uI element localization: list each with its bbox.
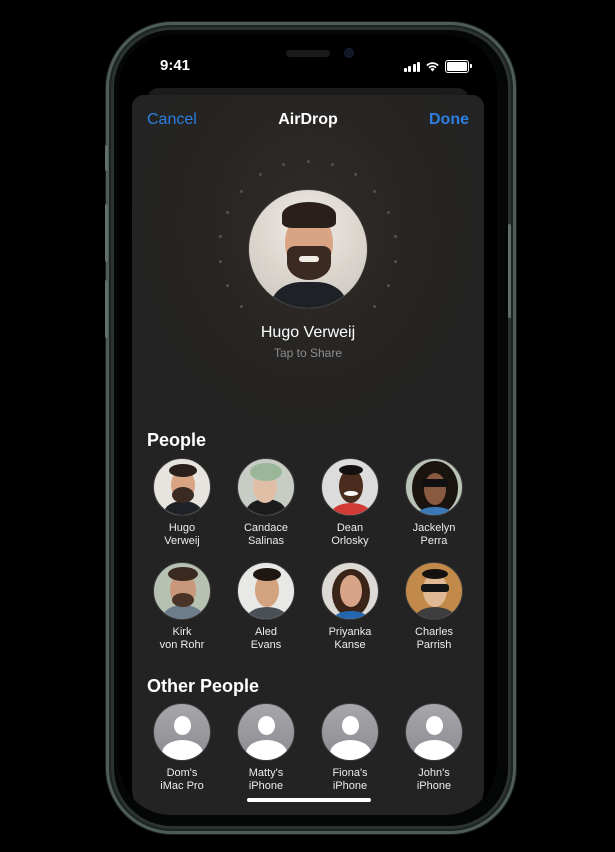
screen: 9:41 Cancel AirDrop Done Hugo Verweij Ta…	[119, 35, 497, 815]
silent-switch	[105, 145, 108, 171]
person-tile[interactable]: Dean Orlosky	[308, 458, 392, 547]
avatar	[405, 562, 463, 620]
power-button	[508, 224, 511, 318]
avatar	[237, 562, 295, 620]
status-time: 9:41	[160, 57, 191, 74]
avatar	[321, 458, 379, 516]
ring-dot	[331, 163, 335, 167]
ring-dot	[226, 210, 230, 214]
home-indicator[interactable]	[247, 798, 371, 802]
volume-down-button	[105, 280, 108, 338]
person-tile[interactable]: Candace Salinas	[224, 458, 308, 547]
person-placeholder-icon	[321, 703, 379, 761]
person-placeholder-icon	[153, 703, 211, 761]
ring-dot	[386, 210, 390, 214]
device-tile[interactable]: Dom's iMac Pro	[140, 703, 224, 792]
device-name: Dom's iMac Pro	[160, 767, 204, 792]
person-name: Candace Salinas	[243, 522, 289, 547]
device-tile[interactable]: Fiona's iPhone	[308, 703, 392, 792]
device-tile[interactable]: Matty's iPhone	[224, 703, 308, 792]
person-placeholder-icon	[405, 703, 463, 761]
ring-dot	[239, 305, 243, 309]
device-name: Matty's iPhone	[248, 767, 284, 792]
ring-dot	[258, 173, 262, 177]
airdrop-sheet: Cancel AirDrop Done Hugo Verweij Tap to …	[132, 95, 484, 815]
earpiece-speaker	[286, 50, 330, 57]
ring-dot	[373, 189, 376, 193]
person-name: Aled Evans	[250, 626, 282, 651]
ring-dot	[219, 234, 223, 238]
ring-dot	[306, 159, 310, 163]
battery-icon	[445, 60, 472, 73]
person-tile[interactable]: Hugo Verweij	[140, 458, 224, 547]
ring-dot	[281, 163, 285, 167]
people-row-1: Hugo Verweij Candace Salinas Dean Orlosk…	[140, 458, 476, 547]
other-people-section-title: Other People	[147, 676, 260, 696]
people-row-2: Kirk von Rohr Aled Evans Priyanka Kanse	[140, 562, 476, 651]
person-tile[interactable]: Priyanka Kanse	[308, 562, 392, 651]
people-section-title: People	[147, 430, 207, 450]
ring-dot	[393, 234, 397, 238]
avatar	[153, 562, 211, 620]
person-name: Dean Orlosky	[331, 522, 369, 547]
person-name: Kirk von Rohr	[159, 626, 205, 651]
person-name: Priyanka Kanse	[328, 626, 372, 651]
person-tile[interactable]: Kirk von Rohr	[140, 562, 224, 651]
hero-avatar[interactable]	[248, 189, 368, 309]
person-name: Jackelyn Perra	[412, 522, 456, 547]
hero-name: Hugo Verweij	[260, 324, 356, 341]
ring-dot	[239, 189, 243, 193]
device-name: John's iPhone	[416, 767, 452, 792]
person-tile[interactable]: Aled Evans	[224, 562, 308, 651]
wifi-icon	[426, 62, 439, 72]
avatar	[153, 458, 211, 516]
person-name: Hugo Verweij	[164, 522, 200, 547]
ring-dot	[354, 173, 358, 177]
avatar	[237, 458, 295, 516]
status-icons	[403, 60, 472, 73]
device-tile[interactable]: John's iPhone	[392, 703, 476, 792]
person-tile[interactable]: Charles Parrish	[392, 562, 476, 651]
person-placeholder-icon	[237, 703, 295, 761]
ring-dot	[373, 305, 376, 309]
person-tile[interactable]: Jackelyn Perra	[392, 458, 476, 547]
front-camera	[345, 49, 353, 57]
hero-subtitle: Tap to Share	[273, 346, 343, 360]
device-name: Fiona's iPhone	[332, 767, 368, 792]
avatar	[321, 562, 379, 620]
ring-dot	[393, 260, 397, 264]
volume-up-button	[105, 204, 108, 262]
ring-dot	[219, 260, 223, 264]
cellular-signal-icon	[403, 61, 420, 72]
ring-dot	[386, 284, 390, 288]
other-people-row: Dom's iMac Pro Matty's iPhone Fiona's iP…	[140, 703, 476, 792]
ring-dot	[226, 284, 230, 288]
avatar	[405, 458, 463, 516]
person-name: Charles Parrish	[415, 626, 453, 651]
